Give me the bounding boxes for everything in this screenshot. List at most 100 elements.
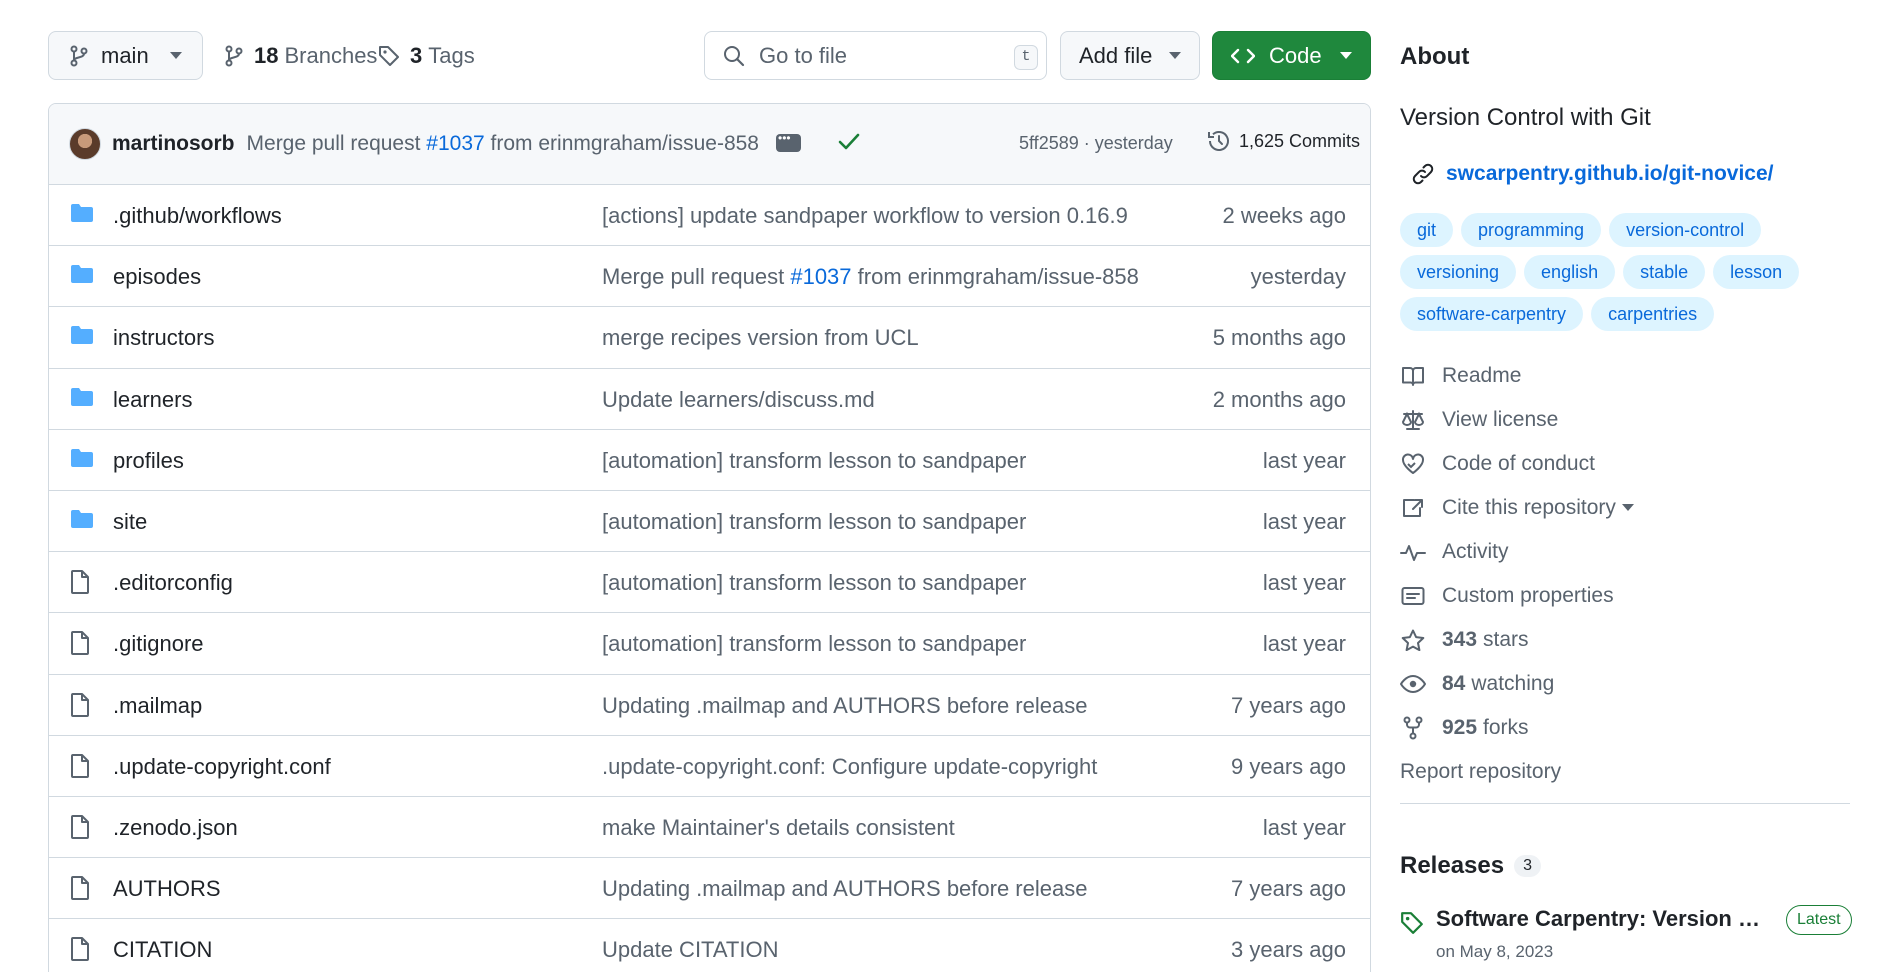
cite-repository-link[interactable]: Cite this repository [1400,496,1634,520]
topic-tag[interactable]: programming [1461,213,1602,247]
file-name-link[interactable]: .mailmap [113,693,202,719]
table-row[interactable]: .zenodo.json make Maintainer's details co… [49,797,1370,859]
tags-count: 3 [410,42,423,68]
commit-age: 5 months ago [1212,325,1346,351]
commit-message-link[interactable]: Update CITATION [602,937,778,963]
file-name-link[interactable]: .github/workflows [113,203,282,229]
table-row[interactable]: .editorconfig [automation] transform less… [49,552,1370,614]
branch-name: main [101,42,149,68]
forks-link[interactable]: 925 forks [1400,716,1529,740]
commits-history-link[interactable]: 1,625 Commits [1207,129,1360,153]
table-row[interactable]: .mailmap Updating .mailmap and AUTHORS be… [49,675,1370,736]
topic-tag[interactable]: english [1524,255,1616,289]
table-row[interactable]: learners Update learners/discuss.md 2 mont… [49,369,1370,430]
commit-age: 2 weeks ago [1222,203,1346,228]
readme-link[interactable]: Readme [1400,364,1521,388]
watchers-link[interactable]: 84 watching [1400,672,1554,696]
table-row[interactable]: episodes Merge pull request #1037 from er… [49,246,1370,308]
code-button[interactable]: Code [1212,31,1371,80]
commit-message-link[interactable]: [automation] transform lesson to sandpap… [602,509,1026,535]
commit-message-link[interactable]: merge recipes version from UCL [602,325,919,351]
topic-tag[interactable]: versioning [1400,255,1517,289]
table-row[interactable]: AUTHORS Updating .mailmap and AUTHORS bef… [49,858,1370,920]
pull-request-link[interactable]: #1037 [790,264,851,289]
license-link[interactable]: View license [1400,408,1558,432]
file-name-link[interactable]: learners [113,387,192,413]
file-name-link[interactable]: .zenodo.json [113,815,238,841]
branch-selector-button[interactable]: main [48,31,203,80]
topic-tag[interactable]: version-control [1609,213,1762,247]
commit-author[interactable]: martinosorb [112,132,235,156]
topic-tag[interactable]: stable [1623,255,1706,289]
commit-age: 7 years ago [1231,692,1346,718]
commit-message[interactable]: Merge pull request #1037 from erinmgraha… [247,132,759,156]
releases-heading[interactable]: Releases 3 [1400,852,1541,880]
keyboard-shortcut-hint: t [1014,45,1038,70]
commit-message-link[interactable]: [automation] transform lesson to sandpap… [602,448,1026,474]
table-row[interactable]: CITATION Update CITATION 3 years ago [49,919,1370,972]
commit-message-link[interactable]: Merge pull request #1037 from erinmgraha… [602,264,1139,290]
stars-link[interactable]: 343 stars [1400,628,1529,652]
branches-label: Branches [284,42,378,68]
table-row[interactable]: .github/workflows [actions] update sandpa… [49,185,1370,247]
ellipsis-expand-button[interactable] [776,131,801,152]
check-icon[interactable] [838,132,860,152]
table-row[interactable]: .update-copyright.conf .update-copyright.… [49,736,1370,797]
file-name-link[interactable]: episodes [113,264,201,290]
latest-badge: Latest [1786,905,1852,935]
custom-properties-link[interactable]: Custom properties [1400,584,1614,608]
avatar[interactable] [69,128,101,160]
folder-icon [70,203,94,223]
table-row[interactable]: .gitignore [automation] transform lesson … [49,613,1370,675]
commit-age: last year [1262,814,1346,840]
tags-label: Tags [428,42,475,68]
commit-sha-time[interactable]: 5ff2589 · yesterday [1019,133,1173,154]
go-to-file-input[interactable]: Go to file t [704,31,1047,80]
commit-message-link[interactable]: .update-copyright.conf: Configure update… [602,754,1097,780]
commit-message-link[interactable]: [automation] transform lesson to sandpap… [602,631,1026,657]
file-name-link[interactable]: AUTHORS [113,876,221,902]
topic-tag[interactable]: software-carpentry [1400,297,1584,331]
tags-link[interactable]: 3 Tags [378,31,475,80]
commit-message-link[interactable]: Updating .mailmap and AUTHORS before rel… [602,876,1087,902]
pull-request-link[interactable]: #1037 [426,132,484,155]
file-name-link[interactable]: profiles [113,448,184,474]
release-date: on May 8, 2023 [1436,942,1554,961]
topics-list: git programming version-control versioning e… [1400,213,1850,331]
activity-link[interactable]: Activity [1400,540,1509,564]
file-name-link[interactable]: .editorconfig [113,570,233,596]
folder-icon [70,448,94,468]
commit-message-link[interactable]: [automation] transform lesson to sandpap… [602,570,1026,596]
tag-icon [378,45,400,67]
table-row[interactable]: instructors merge recipes version from UC… [49,307,1370,369]
file-name-link[interactable]: CITATION [113,937,212,963]
file-icon [70,876,90,901]
homepage-link[interactable]: swcarpentry.github.io/git-novice/ [1400,162,1773,186]
file-name-link[interactable]: .update-copyright.conf [113,754,331,780]
repo-description: Version Control with Git [1400,104,1651,131]
commit-message-link[interactable]: Update learners/discuss.md [602,387,875,413]
table-row[interactable]: profiles [automation] transform lesson to… [49,430,1370,491]
report-repository-link[interactable]: Report repository [1400,760,1561,784]
code-of-conduct-link[interactable]: Code of conduct [1400,452,1595,476]
branches-count: 18 [254,42,279,68]
table-row[interactable]: site [automation] transform lesson to san… [49,491,1370,553]
file-name-link[interactable]: .gitignore [113,631,204,657]
commit-message-link[interactable]: make Maintainer's details consistent [602,815,955,841]
file-name-link[interactable]: instructors [113,325,214,351]
commit-message-link[interactable]: Updating .mailmap and AUTHORS before rel… [602,693,1087,719]
code-icon [1231,47,1255,65]
release-name: Software Carpentry: Version Con... [1436,906,1772,931]
topic-tag[interactable]: git [1400,213,1454,247]
sidebar-divider [1400,803,1850,804]
add-file-button[interactable]: Add file [1060,31,1200,80]
commit-age: last year [1262,570,1346,596]
branches-link[interactable]: 18 Branches [224,31,377,80]
file-name-link[interactable]: site [113,509,147,535]
topic-tag[interactable]: lesson [1713,255,1800,289]
folder-icon [70,509,94,529]
file-table: martinosorb Merge pull request #1037 fro… [48,103,1371,972]
commit-message-link[interactable]: [actions] update sandpaper workflow to v… [602,203,1128,229]
homepage-url: swcarpentry.github.io/git-novice/ [1446,162,1774,185]
topic-tag[interactable]: carpentries [1591,297,1715,331]
